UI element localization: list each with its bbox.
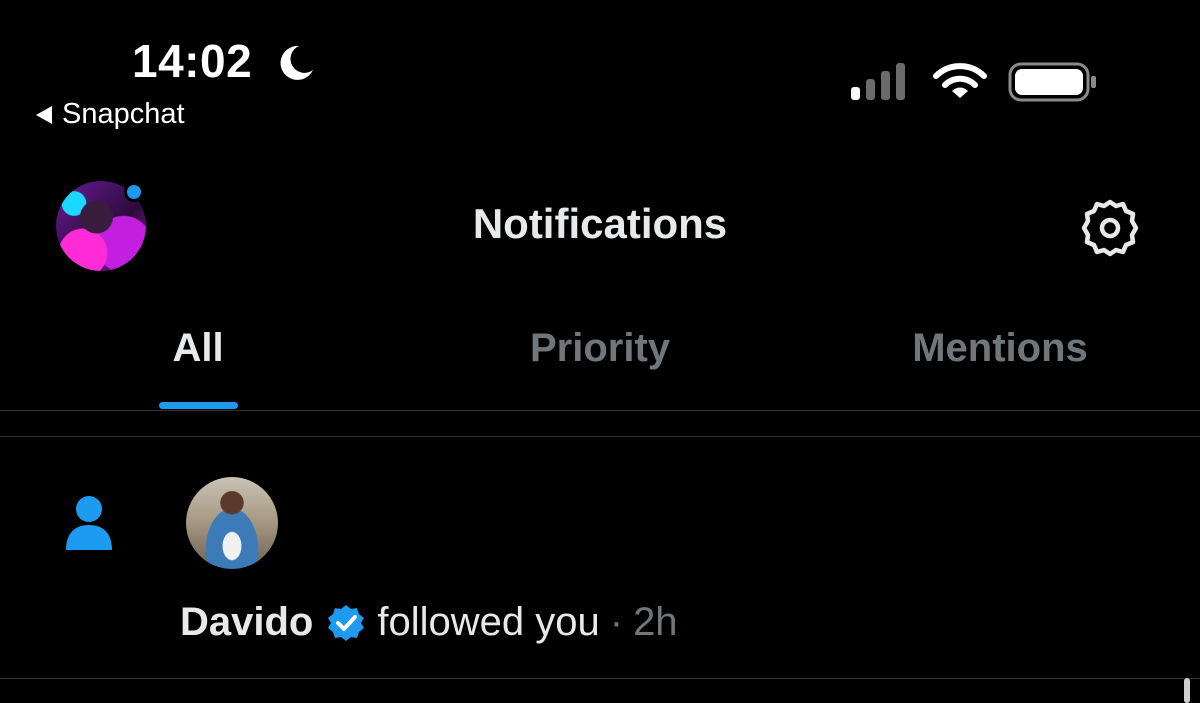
battery-icon: [1008, 62, 1096, 102]
notifications-screen: 14:02 Snapchat Notifications All Priorit…: [0, 0, 1200, 703]
list-top-divider: [0, 436, 1200, 437]
follower-avatar[interactable]: [186, 477, 278, 569]
active-tab-indicator: [159, 402, 238, 409]
tab-priority[interactable]: Priority: [460, 326, 740, 371]
back-arrow-icon: [36, 105, 52, 124]
back-app-label: Snapchat: [62, 98, 185, 130]
wifi-icon: [933, 63, 987, 98]
signal-icon: [851, 62, 905, 100]
status-time: 14:02: [132, 35, 253, 87]
tab-all[interactable]: All: [120, 326, 276, 371]
tabs-divider: [0, 410, 1200, 411]
follower-name[interactable]: Davido: [180, 600, 313, 645]
page-title: Notifications: [472, 200, 728, 247]
verified-badge-icon: [327, 604, 365, 642]
item-divider: [0, 678, 1200, 679]
tab-mentions[interactable]: Mentions: [860, 326, 1140, 371]
separator-dot: ·: [609, 600, 624, 644]
moon-icon: [280, 45, 313, 80]
person-icon: [66, 496, 112, 550]
notification-text: Davido followed you · 2h: [180, 600, 678, 645]
gear-icon[interactable]: [1080, 198, 1140, 258]
scrollbar[interactable]: [1184, 678, 1190, 703]
notification-action: followed you: [377, 600, 600, 644]
back-to-app-button[interactable]: Snapchat: [36, 98, 185, 131]
notification-tabs: All Priority Mentions: [0, 320, 1200, 410]
notification-time: 2h: [633, 600, 678, 644]
unread-dot: [124, 182, 144, 202]
